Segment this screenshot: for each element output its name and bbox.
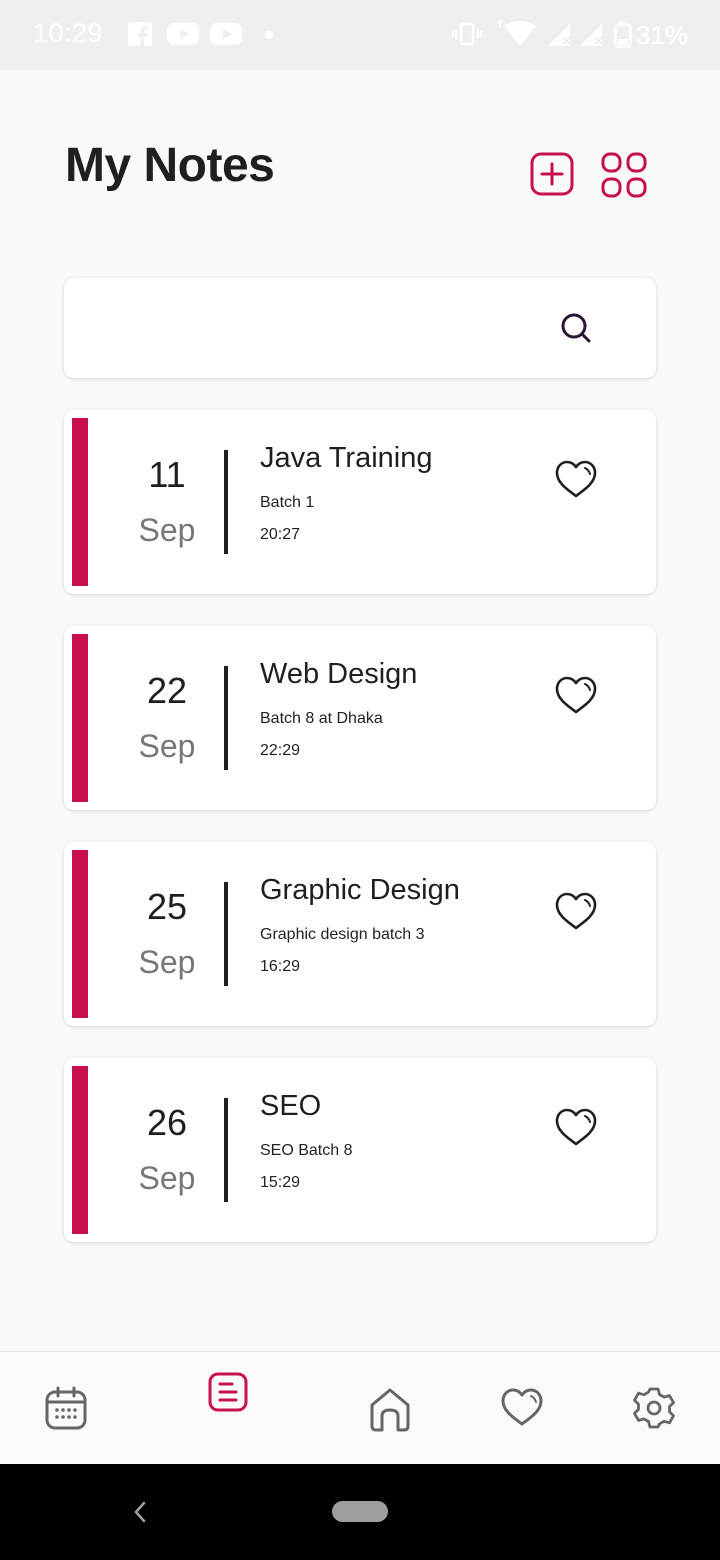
signal-icon (548, 24, 571, 46)
battery-icon (614, 22, 632, 48)
nav-settings[interactable] (632, 1386, 676, 1430)
youtube-icon (167, 23, 199, 45)
page-title: My Notes (65, 139, 275, 192)
back-chevron-icon[interactable] (128, 1500, 152, 1524)
status-bar: 10:29 31% (0, 0, 720, 70)
heart-icon[interactable] (554, 1106, 598, 1150)
note-day: 26 (146, 1102, 188, 1143)
note-month: Sep (138, 944, 196, 980)
note-description: Batch 1 (260, 494, 315, 511)
note-card[interactable]: 26 Sep SEO SEO Batch 8 15:29 (64, 1058, 656, 1242)
note-day: 25 (146, 886, 188, 927)
note-card[interactable]: 11 Sep Java Training Batch 1 20:27 (64, 410, 656, 594)
battery-percent: 31% (636, 20, 689, 50)
nav-calendar[interactable] (44, 1386, 88, 1430)
heart-icon[interactable] (554, 674, 598, 718)
dot-icon (265, 31, 273, 39)
heart-icon[interactable] (554, 458, 598, 502)
card-divider (224, 666, 228, 770)
note-time: 22:29 (260, 742, 301, 759)
notes-icon (208, 1372, 248, 1412)
grid-view-icon (601, 152, 647, 198)
facebook-icon (128, 22, 152, 46)
card-accent-bar (72, 850, 88, 1018)
note-time: 16:29 (260, 958, 301, 975)
note-month: Sep (138, 1160, 196, 1196)
note-card[interactable]: 25 Sep Graphic Design Graphic design bat… (64, 842, 656, 1026)
card-divider (224, 882, 228, 986)
card-divider (224, 450, 228, 554)
home-pill-icon[interactable] (332, 1501, 388, 1522)
note-day: 22 (146, 670, 188, 711)
note-day: 11 (148, 454, 186, 495)
grid-view-button[interactable] (601, 152, 647, 198)
note-description: SEO Batch 8 (260, 1142, 353, 1159)
card-accent-bar (72, 634, 88, 802)
nav-favorites[interactable] (500, 1386, 544, 1430)
calendar-icon (45, 1386, 87, 1430)
note-description: Batch 8 at Dhaka (260, 710, 383, 727)
home-icon (370, 1388, 410, 1432)
add-square-icon (530, 152, 574, 196)
note-month: Sep (138, 728, 196, 764)
search-icon[interactable] (560, 312, 592, 344)
note-time: 15:29 (260, 1174, 301, 1191)
signal-icon (580, 24, 603, 46)
card-divider (224, 1098, 228, 1202)
add-note-button[interactable] (530, 152, 574, 196)
note-title: Web Design (260, 658, 418, 690)
nav-home[interactable] (368, 1386, 412, 1432)
bottom-navigation (0, 1351, 720, 1465)
note-title: Java Training (260, 442, 433, 474)
heart-icon (501, 1388, 543, 1426)
status-time: 10:29 (33, 18, 104, 48)
nav-notes[interactable] (208, 1372, 252, 1416)
settings-icon (633, 1387, 675, 1429)
card-accent-bar (72, 1066, 88, 1234)
note-title: Graphic Design (260, 874, 460, 906)
youtube-icon (210, 23, 242, 45)
search-input[interactable] (84, 308, 548, 350)
card-accent-bar (72, 418, 88, 586)
note-card[interactable]: 22 Sep Web Design Batch 8 at Dhaka 22:29 (64, 626, 656, 810)
note-description: Graphic design batch 3 (260, 926, 425, 943)
vibrate-icon (452, 22, 482, 46)
wifi-icon (497, 20, 536, 46)
note-title: SEO (260, 1090, 322, 1122)
note-month: Sep (138, 512, 196, 548)
heart-icon[interactable] (554, 890, 598, 934)
note-time: 20:27 (260, 526, 301, 543)
